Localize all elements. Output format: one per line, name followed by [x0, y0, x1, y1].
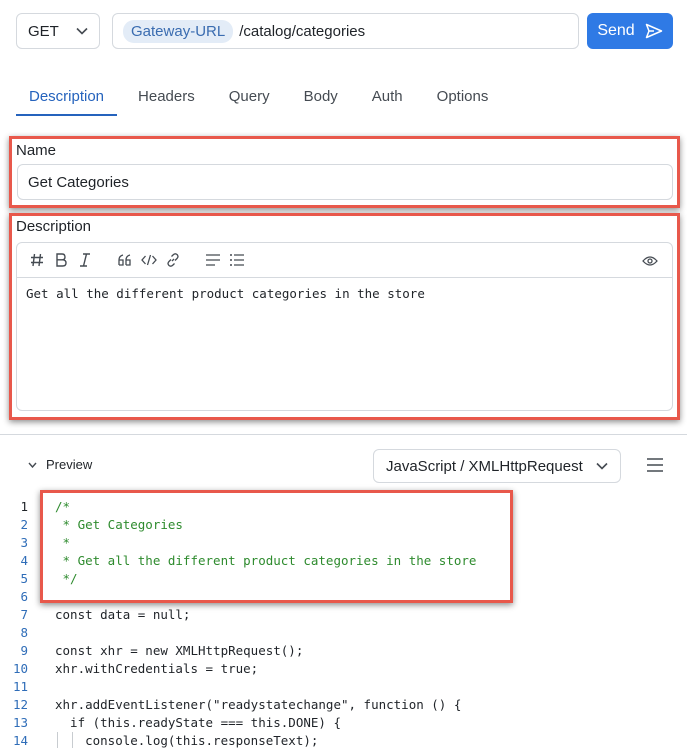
name-input[interactable]: Get Categories — [17, 164, 673, 200]
env-variable-chip[interactable]: Gateway-URL — [123, 19, 234, 43]
preview-label: Preview — [46, 457, 93, 472]
line-number: 14 — [12, 733, 28, 748]
code-line: 5 */ — [0, 570, 687, 588]
line-text: const xhr = new XMLHttpRequest(); — [55, 643, 304, 658]
tab-headers[interactable]: Headers — [125, 78, 208, 116]
line-number: 1 — [20, 499, 28, 514]
code-line: 2 * Get Categories — [0, 516, 687, 534]
italic-icon[interactable] — [73, 248, 97, 272]
preview-eye-icon[interactable] — [638, 249, 662, 273]
description-body[interactable]: Get all the different product categories… — [17, 278, 672, 309]
line-number: 13 — [12, 715, 28, 730]
line-text: * Get Categories — [55, 517, 183, 532]
code-line: 9 const xhr = new XMLHttpRequest(); — [0, 642, 687, 660]
send-icon — [645, 23, 662, 39]
language-select[interactable]: JavaScript / XMLHttpRequest — [373, 449, 621, 483]
name-value: Get Categories — [28, 173, 129, 191]
line-text: /* — [55, 499, 71, 514]
line-number: 5 — [20, 571, 28, 586]
indent-guide — [57, 732, 58, 748]
send-button[interactable]: Send — [587, 13, 673, 49]
line-text: if (this.readyState === this.DONE) { — [55, 715, 341, 730]
chevron-down-icon — [76, 27, 88, 35]
line-number: 6 — [20, 589, 28, 604]
code-line: 7 const data = null; — [0, 606, 687, 624]
link-icon[interactable] — [161, 248, 185, 272]
line-text: * — [55, 535, 71, 550]
line-text: console.log(this.responseText); — [55, 733, 319, 748]
line-text: xhr.addEventListener("readystatechange",… — [55, 697, 462, 712]
code-line: 13 if (this.readyState === this.DONE) { — [0, 714, 687, 732]
description-label: Description — [16, 218, 92, 235]
line-number: 11 — [12, 679, 28, 694]
line-number: 9 — [20, 643, 28, 658]
preview-toggle[interactable]: Preview — [28, 457, 92, 472]
tab-query[interactable]: Query — [216, 78, 283, 116]
code-line: 6 — [0, 588, 687, 606]
tab-auth[interactable]: Auth — [359, 78, 416, 116]
line-text: xhr.withCredentials = true; — [55, 661, 259, 676]
bullet-list-icon[interactable] — [201, 248, 225, 272]
tab-options[interactable]: Options — [424, 78, 502, 116]
code-line: 4 * Get all the different product catego… — [0, 552, 687, 570]
bold-icon[interactable] — [49, 248, 73, 272]
request-tabs: Description Headers Query Body Auth Opti… — [16, 78, 509, 116]
numbered-list-icon[interactable] — [225, 248, 249, 272]
section-divider — [0, 434, 687, 435]
editor-toolbar — [17, 243, 672, 278]
code-line: 14 console.log(this.responseText); — [0, 732, 687, 748]
code-line: 10 xhr.withCredentials = true; — [0, 660, 687, 678]
quote-icon[interactable] — [113, 248, 137, 272]
line-number: 4 — [20, 553, 28, 568]
name-label: Name — [16, 142, 57, 159]
method-select[interactable]: GET — [16, 13, 100, 49]
line-number: 10 — [12, 661, 28, 676]
hamburger-menu-icon[interactable] — [646, 457, 664, 475]
code-line: 3 * — [0, 534, 687, 552]
code-line: 11 — [0, 678, 687, 696]
code-icon[interactable] — [137, 248, 161, 272]
url-path: /catalog/categories — [239, 22, 366, 40]
tab-body[interactable]: Body — [291, 78, 351, 116]
language-value: JavaScript / XMLHttpRequest — [386, 457, 583, 475]
line-number: 3 — [20, 535, 28, 550]
code-preview: 1 /* 2 * Get Categories 3 * 4 * Get all t… — [0, 498, 687, 748]
url-input[interactable]: Gateway-URL /catalog/categories — [112, 13, 579, 49]
code-line: 1 /* — [0, 498, 687, 516]
line-text: */ — [55, 571, 78, 586]
line-number: 2 — [20, 517, 28, 532]
tab-description[interactable]: Description — [16, 78, 118, 116]
line-text: * Get all the different product categori… — [55, 553, 477, 568]
code-line: 12 xhr.addEventListener("readystatechange… — [0, 696, 687, 714]
chevron-down-icon — [28, 462, 37, 468]
line-number: 8 — [20, 625, 28, 640]
line-text: const data = null; — [55, 607, 191, 622]
description-editor: Get all the different product categories… — [16, 242, 673, 411]
method-value: GET — [28, 22, 59, 40]
code-line: 8 — [0, 624, 687, 642]
indent-guide — [72, 732, 73, 748]
chevron-down-icon — [596, 462, 608, 470]
heading-icon[interactable] — [25, 248, 49, 272]
line-number: 7 — [20, 607, 28, 622]
line-number: 12 — [12, 697, 28, 712]
send-label: Send — [597, 22, 635, 39]
